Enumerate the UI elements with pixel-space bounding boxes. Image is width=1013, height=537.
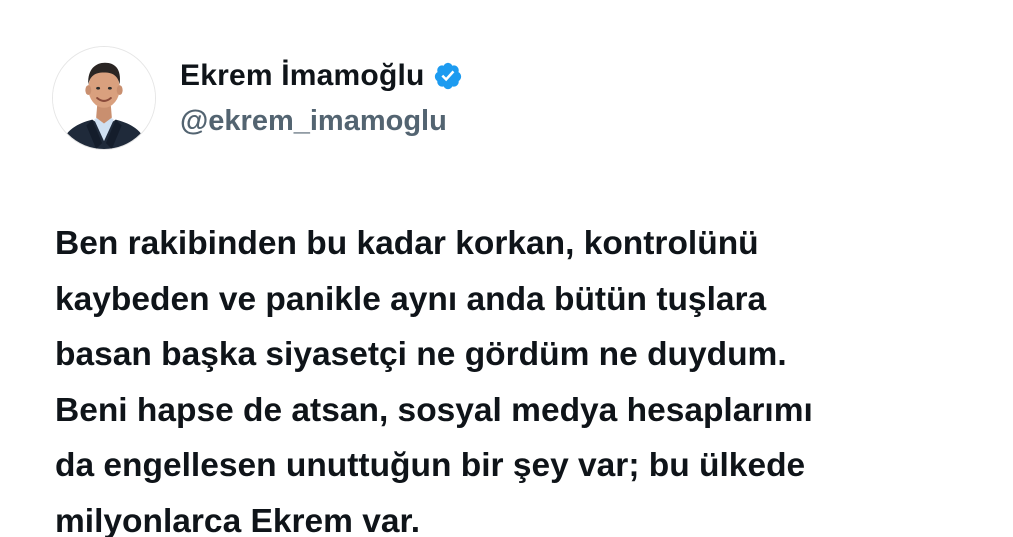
- display-name-row: Ekrem İmamoğlu: [180, 56, 463, 96]
- tweet-text-line: da engellesen unuttuğun bir şey var; bu …: [55, 447, 806, 484]
- user-handle[interactable]: @ekrem_imamoglu: [180, 102, 463, 140]
- verified-badge-icon[interactable]: [433, 61, 463, 91]
- tweet-text-line: milyonlarca Ekrem var.: [55, 502, 420, 537]
- profile-photo-icon: [53, 47, 155, 149]
- avatar[interactable]: [52, 46, 156, 150]
- tweet-text-line: kaybeden ve panikle aynı anda bütün tuşl…: [55, 280, 767, 318]
- tweet-text: Ben rakibinden bu kadar korkan, kontrolü…: [55, 216, 995, 537]
- display-name[interactable]: Ekrem İmamoğlu: [180, 56, 425, 96]
- tweet-text-line: basan başka siyasetçi ne gördüm ne duydu…: [55, 336, 787, 373]
- tweet-header: Ekrem İmamoğlu @ekrem_imamoglu: [52, 46, 463, 150]
- author-names: Ekrem İmamoğlu @ekrem_imamoglu: [180, 56, 463, 140]
- tweet-text-line: Beni hapse de atsan, sosyal medya hesapl…: [55, 391, 813, 429]
- tweet-card: Ekrem İmamoğlu @ekrem_imamoglu Ben rakib…: [0, 0, 1013, 537]
- tweet-text-line: Ben rakibinden bu kadar korkan, kontrolü…: [55, 225, 759, 262]
